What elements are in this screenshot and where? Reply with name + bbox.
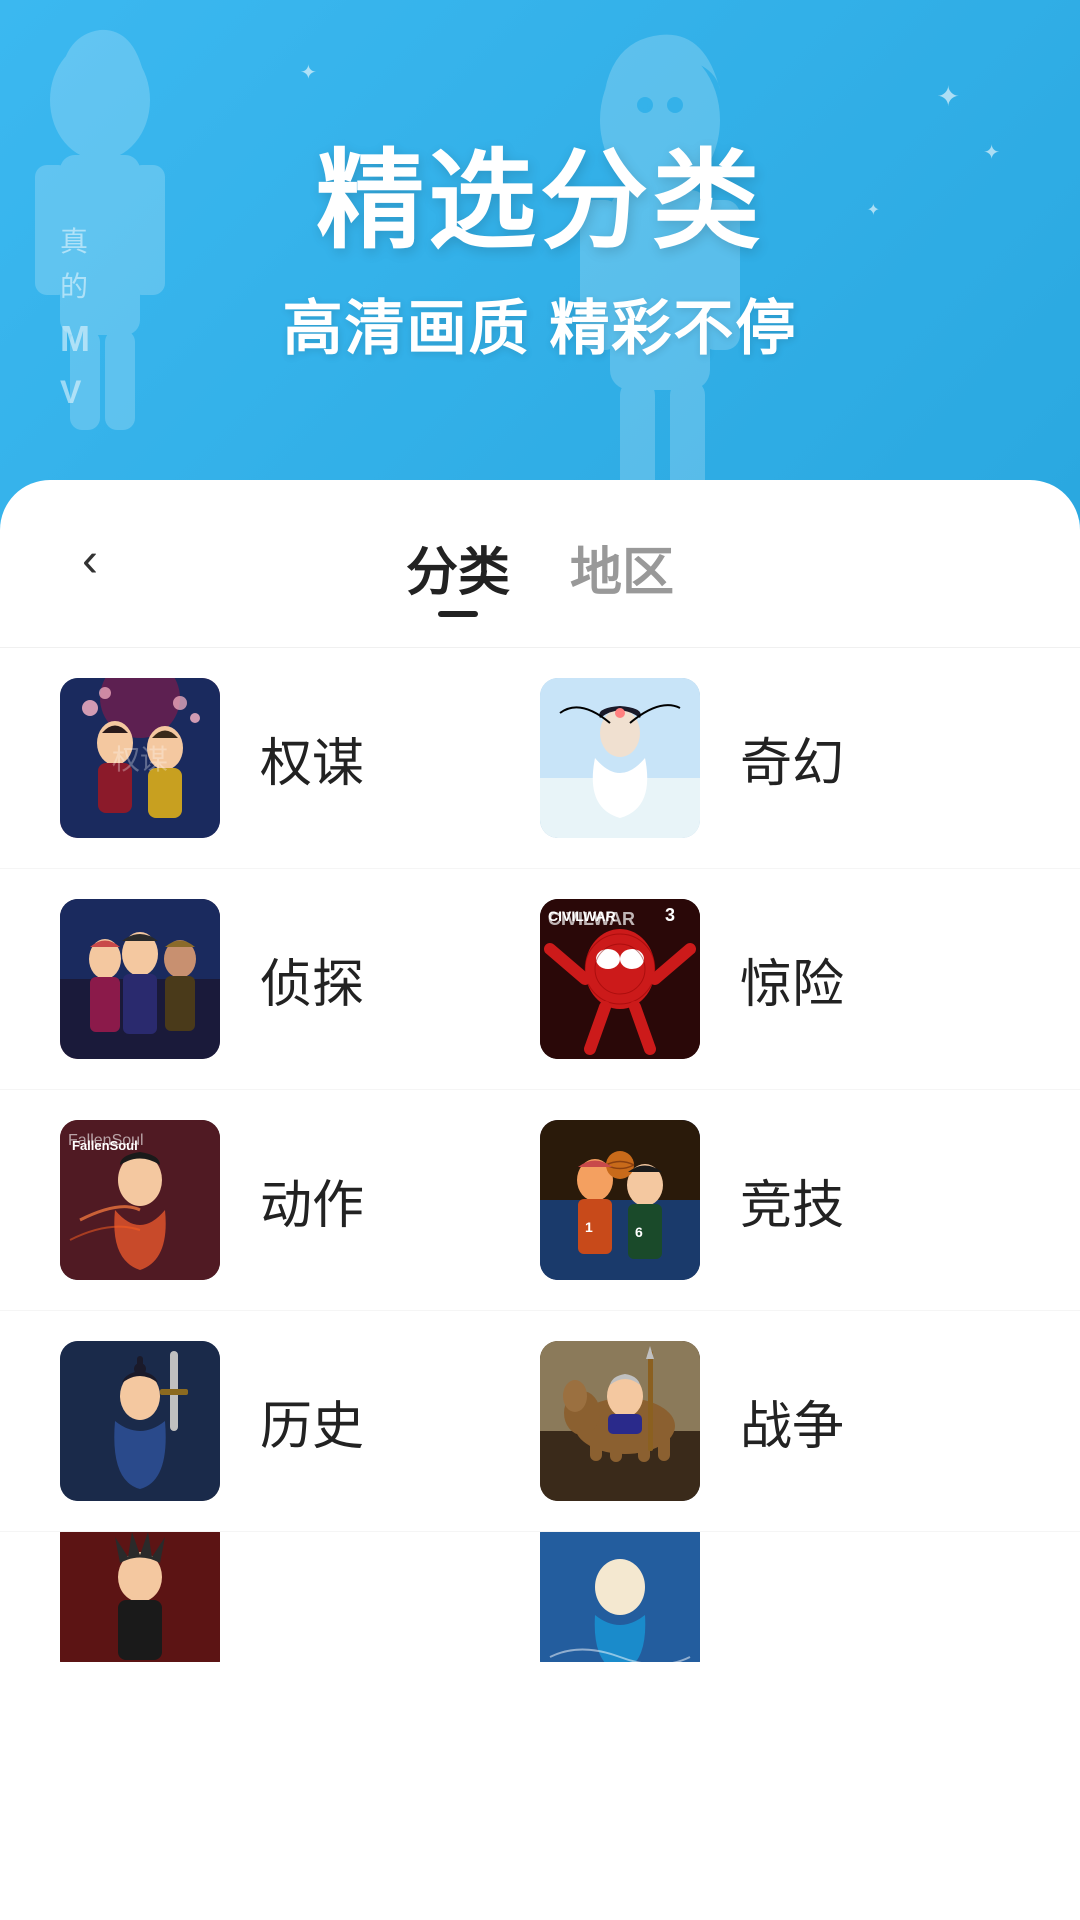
back-button[interactable]: ‹ — [60, 530, 120, 590]
tab-fenlei[interactable]: 分类 — [406, 530, 510, 617]
svg-text:1: 1 — [585, 1219, 593, 1235]
thumb-partial-left — [60, 1532, 220, 1662]
category-partial-right[interactable] — [540, 1532, 1020, 1662]
category-row-5-partial — [0, 1532, 1080, 1662]
label-quanmou: 权谋 — [260, 721, 364, 796]
label-jingji: 竞技 — [740, 1163, 844, 1238]
content-card: ‹ 分类 地区 — [0, 480, 1080, 1920]
svg-text:3: 3 — [665, 905, 675, 925]
category-lishi[interactable]: 历史 — [60, 1341, 540, 1501]
label-zhanzhen: 战争 — [740, 1384, 844, 1459]
category-partial-left[interactable] — [60, 1532, 540, 1662]
label-qihuan: 奇幻 — [740, 721, 844, 796]
hero-section: ✦ ✦ ✦ ✦ 真 的 M V 精选分类 高清画质 精彩不停 — [0, 0, 1080, 520]
tabs-container: 分类 地区 — [406, 530, 674, 617]
thumb-jingxian: CIVILWAR 3 — [540, 899, 700, 1059]
category-jingji[interactable]: 1 6 竞技 — [540, 1120, 1020, 1280]
star-decoration: ✦ — [937, 80, 960, 113]
category-dongzuo[interactable]: FallenSoul 动作 — [60, 1120, 540, 1280]
category-row-4: 历史 — [0, 1311, 1080, 1532]
back-icon: ‹ — [82, 533, 98, 588]
hero-title-main: 精选分类 — [283, 114, 798, 270]
category-row-3: FallenSoul 动作 — [0, 1090, 1080, 1311]
thumb-zhentan — [60, 899, 220, 1059]
thumb-lishi — [60, 1341, 220, 1501]
category-zhentan[interactable]: 侦探 — [60, 899, 540, 1059]
thumb-quanmou — [60, 678, 220, 838]
category-list: 权谋 — [0, 648, 1080, 1662]
svg-text:CIVILWAR: CIVILWAR — [548, 908, 616, 924]
category-zhanzhen[interactable]: 战争 — [540, 1341, 1020, 1501]
label-lishi: 历史 — [260, 1384, 364, 1459]
label-dongzuo: 动作 — [260, 1163, 364, 1238]
category-row-1: 权谋 — [0, 648, 1080, 869]
star-decoration-3: ✦ — [300, 60, 317, 85]
tab-diqu[interactable]: 地区 — [570, 530, 674, 617]
thumb-zhanzhen — [540, 1341, 700, 1501]
thumb-jingji: 1 6 — [540, 1120, 700, 1280]
star-decoration-2: ✦ — [983, 140, 1000, 165]
hero-title-sub: 高清画质 精彩不停 — [283, 280, 798, 367]
thumb-partial-right — [540, 1532, 700, 1662]
thumb-qihuan — [540, 678, 700, 838]
manga-side-text: 真 的 M V — [60, 220, 90, 418]
star-decoration-4: ✦ — [867, 200, 880, 220]
label-jingxian: 惊险 — [740, 942, 844, 1017]
svg-text:6: 6 — [635, 1224, 643, 1240]
hero-title: 精选分类 高清画质 精彩不停 — [283, 114, 798, 367]
thumb-dongzuo: FallenSoul — [60, 1120, 220, 1280]
svg-text:FallenSoul: FallenSoul — [72, 1138, 138, 1153]
label-zhentan: 侦探 — [260, 942, 364, 1017]
tab-navigation: ‹ 分类 地区 — [0, 480, 1080, 647]
category-qihuan[interactable]: 奇幻 — [540, 678, 1020, 838]
category-quanmou[interactable]: 权谋 — [60, 678, 540, 838]
category-jingxian[interactable]: CIVILWAR 3 惊险 — [540, 899, 1020, 1059]
category-row-2: 侦探 — [0, 869, 1080, 1090]
